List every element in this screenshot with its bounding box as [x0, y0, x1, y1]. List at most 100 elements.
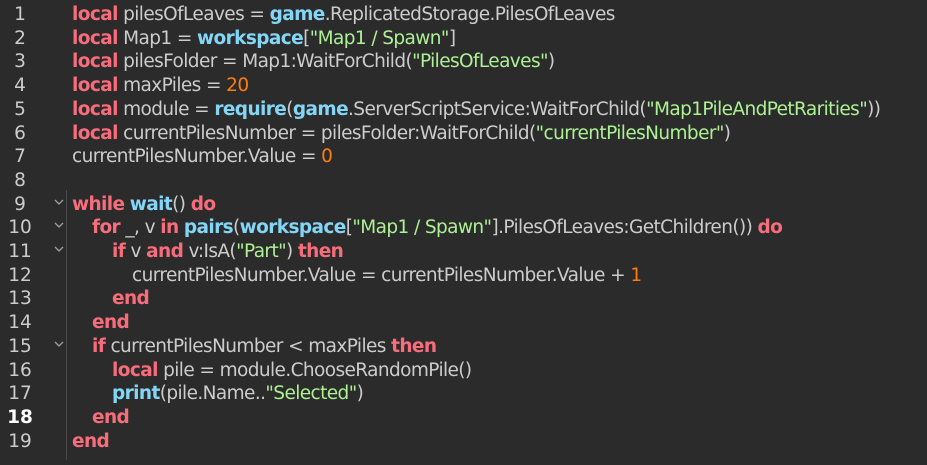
code-token: require	[214, 98, 287, 120]
line-number: 9	[14, 193, 26, 215]
code-token: )	[356, 383, 364, 405]
code-token: end	[112, 288, 150, 310]
code-token: end	[72, 430, 110, 452]
code-token: in	[160, 217, 179, 239]
code-token: v	[125, 241, 147, 262]
code-token: ].PilesOfLeaves:GetChildren())	[491, 217, 758, 239]
code-token: ))	[867, 98, 881, 120]
code-token: ()	[172, 193, 191, 215]
code-token: if	[92, 335, 106, 357]
code-token: "Map1PileAndPetRarities"	[646, 98, 868, 120]
code-token: local	[72, 27, 118, 49]
chevron-down-icon[interactable]	[53, 339, 65, 351]
code-token: "currentPilesNumber"	[535, 122, 725, 144]
code-token: "Selected"	[265, 383, 357, 405]
code-line[interactable]: while wait() do	[72, 193, 216, 217]
code-token: game	[269, 4, 326, 25]
code-token: local	[72, 75, 118, 97]
line-number: 5	[14, 98, 26, 120]
code-line[interactable]: local pile = module.ChooseRandomPile()	[72, 359, 472, 383]
line-number-gutter: 1 2 3 4 5 6 7 8 9 10 11 12 13 14 15 16 17 18 19	[0, 0, 64, 465]
indent-guide	[66, 190, 67, 460]
code-token: workspace	[239, 217, 347, 239]
code-token: (	[286, 98, 293, 120]
code-token: maxPiles =	[117, 75, 227, 97]
code-line[interactable]: for _, v in pairs(workspace["Map1 / Spaw…	[72, 216, 783, 240]
line-number: 13	[8, 288, 32, 310]
code-token: local	[72, 4, 118, 25]
line-number: 15	[8, 335, 32, 357]
code-token: local	[72, 122, 118, 144]
code-token: )	[723, 122, 731, 144]
code-line[interactable]: local currentPilesNumber = pilesFolder:W…	[72, 122, 731, 146]
code-token: workspace	[197, 27, 304, 49]
code-line[interactable]: end	[72, 311, 130, 335]
code-token: "Map1 / Spawn"	[309, 27, 450, 49]
line-number: 6	[14, 122, 26, 144]
code-token: )	[547, 51, 555, 73]
code-token: pile = module.ChooseRandomPile()	[157, 359, 472, 381]
code-line[interactable]: if currentPilesNumber < maxPiles then	[72, 335, 437, 359]
code-line[interactable]: currentPilesNumber.Value = 0	[72, 145, 333, 169]
code-token: pilesOfLeaves =	[117, 4, 270, 25]
code-token: do	[757, 217, 783, 239]
code-token: end	[92, 312, 130, 334]
code-token: )	[286, 241, 298, 262]
line-number: 8	[14, 169, 26, 191]
code-token: print	[112, 383, 160, 405]
line-number: 16	[8, 359, 32, 381]
code-line[interactable]: local maxPiles = 20	[72, 74, 249, 98]
chevron-down-icon[interactable]	[53, 244, 65, 256]
code-token: while	[72, 193, 125, 215]
code-token: pilesFolder = Map1:WaitForChild(	[117, 51, 413, 73]
code-token: then	[297, 241, 344, 262]
chevron-down-icon[interactable]	[53, 220, 65, 232]
line-number: 1	[14, 4, 26, 25]
code-token: "Part"	[236, 241, 287, 262]
code-line[interactable]: print(pile.Name.."Selected")	[72, 382, 364, 406]
code-token: ]	[448, 27, 456, 49]
code-token: v:IsA(	[183, 241, 237, 262]
line-number: 4	[14, 75, 26, 97]
code-line[interactable]: local pilesFolder = Map1:WaitForChild("P…	[72, 50, 555, 74]
code-token: (pile.Name..	[159, 383, 266, 405]
code-token: .ServerScriptService:WaitForChild(	[348, 98, 647, 120]
code-token: game	[292, 98, 349, 120]
code-token: for	[92, 217, 121, 239]
code-token: currentPilesNumber = pilesFolder:WaitFor…	[117, 122, 536, 144]
line-number: 14	[8, 312, 32, 334]
code-token: pairs	[183, 217, 234, 239]
code-line[interactable]: local Map1 = workspace["Map1 / Spawn"]	[72, 27, 456, 51]
code-editor[interactable]: 1 2 3 4 5 6 7 8 9 10 11 12 13 14 15 16 17 18 19 local pile…	[0, 0, 927, 465]
code-token: local	[72, 51, 118, 73]
line-number: 3	[14, 51, 26, 73]
code-line[interactable]: end	[72, 406, 130, 430]
code-line[interactable]: local pilesOfLeaves = game.ReplicatedSto…	[72, 3, 615, 27]
code-token: .ReplicatedStorage.PilesOfLeaves	[324, 4, 616, 25]
code-token: end	[92, 406, 130, 428]
line-number: 17	[8, 383, 32, 405]
code-token: wait	[129, 193, 173, 215]
chevron-down-icon[interactable]	[53, 197, 65, 209]
line-number: 10	[8, 217, 32, 239]
code-line[interactable]: if v and v:IsA("Part") then	[72, 240, 344, 264]
code-token: and	[146, 241, 184, 262]
code-token: _, v	[120, 217, 161, 239]
line-number: 19	[8, 430, 32, 452]
code-token: 1	[630, 264, 642, 286]
code-token: Map1 =	[117, 27, 197, 49]
code-token: "PilesOfLeaves"	[412, 51, 548, 73]
code-line[interactable]: local module = require(game.ServerScript…	[72, 98, 881, 122]
code-token: (	[233, 217, 240, 239]
code-token: 20	[226, 75, 249, 97]
line-number: 11	[8, 241, 32, 262]
code-token: currentPilesNumber.Value = currentPilesN…	[132, 264, 631, 286]
code-token: "Map1 / Spawn"	[352, 217, 492, 239]
code-line[interactable]: end	[72, 287, 150, 311]
code-line[interactable]: currentPilesNumber.Value = currentPilesN…	[72, 264, 642, 288]
code-line[interactable]: end	[72, 430, 110, 454]
code-token: [	[303, 27, 310, 49]
code-token: then	[391, 335, 437, 357]
line-number: 18	[7, 406, 33, 428]
code-token: do	[190, 193, 216, 215]
